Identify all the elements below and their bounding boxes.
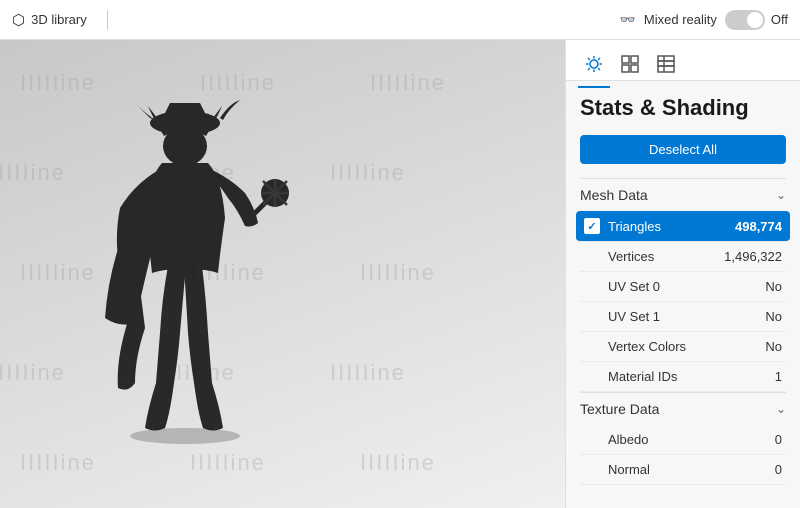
uv-set-1-label: UV Set 1 — [608, 309, 660, 324]
right-panel: Stats & Shading Deselect All Mesh Data ⌄… — [565, 40, 800, 508]
albedo-label: Albedo — [608, 432, 648, 447]
uv-set-1-value: No — [765, 309, 782, 324]
vertices-row: Vertices 1,496,322 — [580, 242, 786, 272]
watermark: IIIIIine — [20, 450, 96, 476]
topbar-divider — [107, 10, 108, 30]
material-ids-label: Material IDs — [608, 369, 677, 384]
panel-tabs — [566, 40, 800, 81]
normal-label: Normal — [608, 462, 650, 477]
mixed-reality-toggle[interactable] — [725, 10, 765, 30]
watermark: IIIIIine — [0, 360, 66, 386]
albedo-value: 0 — [775, 432, 782, 447]
sun-icon — [585, 55, 603, 73]
watermark: IIIIIine — [20, 70, 96, 96]
material-ids-value: 1 — [775, 369, 782, 384]
mixed-reality-icon: 👓 — [620, 12, 636, 28]
uv-set-1-row: UV Set 1 No — [580, 302, 786, 332]
vertex-colors-value: No — [765, 339, 782, 354]
texture-data-chevron: ⌄ — [776, 402, 786, 416]
albedo-row: Albedo 0 — [580, 425, 786, 455]
mixed-reality-label[interactable]: Mixed reality — [644, 12, 717, 27]
tab-table[interactable] — [650, 48, 682, 80]
panel-body: Stats & Shading Deselect All Mesh Data ⌄… — [566, 81, 800, 508]
watermark: IIIIIine — [190, 450, 266, 476]
library-section: ⬡ 3D library — [12, 11, 87, 29]
triangles-value: 498,774 — [735, 219, 782, 234]
figure-silhouette — [80, 98, 300, 448]
mesh-data-section-header[interactable]: Mesh Data ⌄ — [580, 178, 786, 211]
deselect-all-button[interactable]: Deselect All — [580, 135, 786, 164]
uv-set-0-value: No — [765, 279, 782, 294]
mesh-data-label: Mesh Data — [580, 187, 648, 203]
library-icon: ⬡ — [12, 11, 25, 29]
tab-grid[interactable] — [614, 48, 646, 80]
watermark: IIIIIine — [360, 260, 436, 286]
toggle-label: Off — [771, 12, 788, 27]
texture-data-section-header[interactable]: Texture Data ⌄ — [580, 392, 786, 425]
watermark: IIIIIine — [370, 70, 446, 96]
toggle-container[interactable]: Off — [725, 10, 788, 30]
normal-value: 0 — [775, 462, 782, 477]
watermark: IIIIIine — [0, 160, 66, 186]
vertices-label: Vertices — [608, 249, 654, 264]
watermark: IIIIIine — [330, 160, 406, 186]
mesh-data-chevron: ⌄ — [776, 188, 786, 202]
grid-icon — [621, 55, 639, 73]
library-label[interactable]: 3D library — [31, 12, 87, 27]
triangles-row[interactable]: ✓ Triangles 498,774 — [576, 211, 790, 242]
triangles-label: Triangles — [608, 219, 661, 234]
texture-data-label: Texture Data — [580, 401, 659, 417]
watermark: IIIIIine — [200, 70, 276, 96]
watermark: IIIIIine — [360, 450, 436, 476]
topbar: ⬡ 3D library 👓 Mixed reality Off — [0, 0, 800, 40]
triangles-checkbox[interactable]: ✓ — [584, 218, 600, 234]
mixed-reality-section: 👓 Mixed reality Off — [620, 10, 788, 30]
watermark: IIIIIine — [330, 360, 406, 386]
uv-set-0-label: UV Set 0 — [608, 279, 660, 294]
vertices-value: 1,496,322 — [724, 249, 782, 264]
uv-set-0-row: UV Set 0 No — [580, 272, 786, 302]
tab-shading[interactable] — [578, 48, 610, 80]
vertex-colors-row: Vertex Colors No — [580, 332, 786, 362]
normal-row: Normal 0 — [580, 455, 786, 485]
table-icon — [657, 55, 675, 73]
panel-title: Stats & Shading — [580, 95, 786, 121]
triangles-row-left: ✓ Triangles — [584, 218, 661, 234]
material-ids-row: Material IDs 1 — [580, 362, 786, 392]
main-content: IIIIIine IIIIIine IIIIIine IIIIIine IIII… — [0, 40, 800, 508]
viewport: IIIIIine IIIIIine IIIIIine IIIIIine IIII… — [0, 40, 565, 508]
vertex-colors-label: Vertex Colors — [608, 339, 686, 354]
toggle-thumb — [747, 12, 763, 28]
